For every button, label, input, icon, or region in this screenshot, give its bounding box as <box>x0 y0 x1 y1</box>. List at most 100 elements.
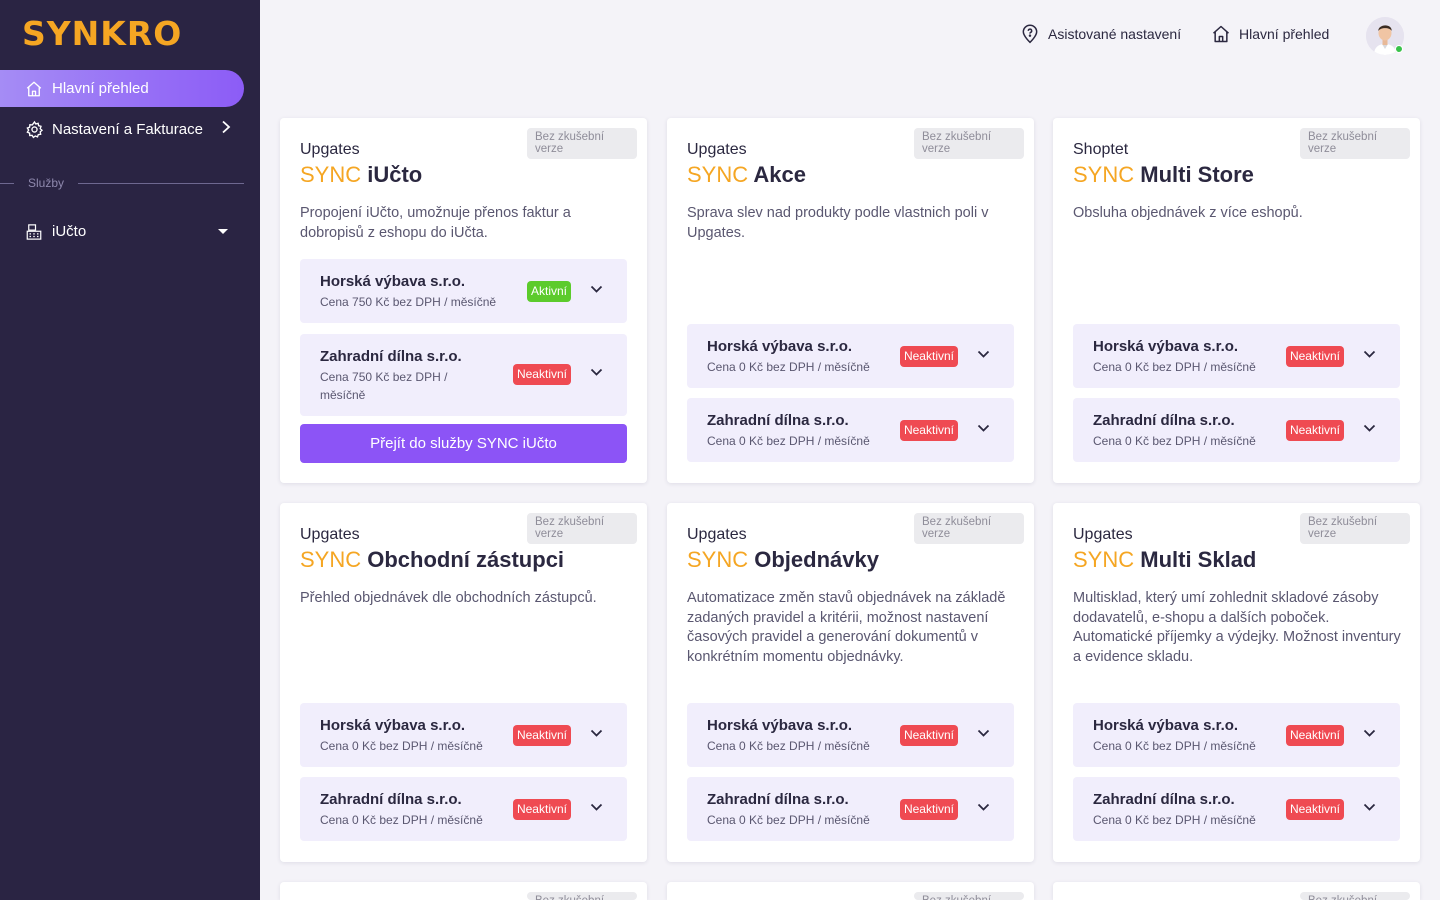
client-name: Horská výbava s.r.o. <box>320 717 466 734</box>
status-badge: Neaktivní <box>899 420 958 441</box>
trial-badge: Bez zkušební verze <box>1300 128 1410 159</box>
chevron-down-icon[interactable] <box>977 424 990 433</box>
sidebar-item-settings[interactable]: Nastavení a Fakturace <box>0 111 244 148</box>
client-row[interactable]: Horská výbava s.r.o. Cena 0 Kč bez DPH /… <box>687 324 1014 388</box>
service-title: SYNC Akce <box>687 162 806 188</box>
service-name: Multi Store <box>1140 162 1254 187</box>
client-row[interactable]: Horská výbava s.r.o. Cena 0 Kč bez DPH /… <box>1073 324 1400 388</box>
client-name: Horská výbava s.r.o. <box>320 273 466 290</box>
status-badge: Neaktivní <box>1285 799 1344 820</box>
client-price: Cena 0 Kč bez DPH / měsíčně <box>1093 360 1256 374</box>
client-price: Cena 0 Kč bez DPH / měsíčně <box>707 739 870 753</box>
status-badge: Neaktivní <box>512 725 571 746</box>
trial-badge: Bez zkušební verze <box>527 128 637 159</box>
client-row[interactable]: Zahradní dílna s.r.o. Cena 0 Kč bez DPH … <box>687 398 1014 462</box>
service-name: iUčto <box>367 162 423 187</box>
chevron-down-icon[interactable] <box>977 729 990 738</box>
client-name: Zahradní dílna s.r.o. <box>320 791 462 808</box>
status-badge: Neaktivní <box>512 364 571 385</box>
service-title: SYNC Multi Sklad <box>1073 547 1256 573</box>
client-price: Cena 0 Kč bez DPH / měsíčně <box>1093 434 1256 448</box>
chevron-down-icon[interactable] <box>590 368 603 377</box>
caret-down-icon <box>218 229 228 234</box>
service-card-obchodni-zastupci: Bez zkušební verze Upgates SYNC Obchodní… <box>280 503 647 862</box>
sidebar-item-label: Hlavní přehled <box>52 80 149 97</box>
service-description: Multisklad, který umí zohlednit skladové… <box>1073 590 1401 665</box>
trial-badge: Bez zkušební verze <box>914 513 1024 544</box>
assisted-setup-link[interactable]: Asistované nastavení <box>1020 24 1181 44</box>
service-title: SYNC Obchodní zástupci <box>300 547 564 573</box>
client-name: Zahradní dílna s.r.o. <box>1093 791 1235 808</box>
client-name: Horská výbava s.r.o. <box>1093 338 1239 355</box>
client-name: Zahradní dílna s.r.o. <box>707 412 849 429</box>
service-card-multi-sklad: Bez zkušební verze Upgates SYNC Multi Sk… <box>1053 503 1420 862</box>
service-vendor: Shoptet <box>1073 141 1129 158</box>
service-title: SYNC iUčto <box>300 162 422 188</box>
sync-prefix: SYNC <box>1073 547 1135 572</box>
chevron-down-icon[interactable] <box>590 285 603 294</box>
chevron-down-icon[interactable] <box>1363 729 1376 738</box>
client-price: Cena 0 Kč bez DPH / měsíčně <box>707 360 870 374</box>
status-badge: Neaktivní <box>899 346 958 367</box>
client-row[interactable]: Horská výbava s.r.o. Cena 0 Kč bez DPH /… <box>687 703 1014 767</box>
client-row[interactable]: Zahradní dílna s.r.o. Cena 0 Kč bez DPH … <box>300 777 627 841</box>
service-title: SYNC Multi Store <box>1073 162 1254 188</box>
client-row[interactable]: Zahradní dílna s.r.o. Cena 0 Kč bez DPH … <box>1073 777 1400 841</box>
client-row[interactable]: Zahradní dílna s.r.o. Cena 0 Kč bez DPH … <box>1073 398 1400 462</box>
client-row[interactable]: Horská výbava s.r.o. Cena 0 Kč bez DPH /… <box>1073 703 1400 767</box>
chevron-down-icon[interactable] <box>977 350 990 359</box>
sync-prefix: SYNC <box>300 547 362 572</box>
client-row[interactable]: Horská výbava s.r.o. Cena 750 Kč bez DPH… <box>300 259 627 323</box>
service-title: SYNC Objednávky <box>687 547 879 573</box>
service-card-akce: Bez zkušební verze Upgates SYNC Akce Spr… <box>667 118 1034 483</box>
client-price: Cena 0 Kč bez DPH / měsíčně <box>320 813 483 827</box>
divider <box>78 182 244 184</box>
dashboard-link[interactable]: Hlavní přehled <box>1211 24 1329 44</box>
client-price: Cena 0 Kč bez DPH / měsíčně <box>707 813 870 827</box>
service-name: Obchodní zástupci <box>367 547 565 572</box>
chevron-down-icon[interactable] <box>977 803 990 812</box>
client-price: Cena 750 Kč bez DPH / měsíčně <box>320 295 497 309</box>
service-description: Automatizace změn stavů objednávek na zá… <box>687 590 1006 665</box>
service-name: Objednávky <box>754 547 879 572</box>
client-row[interactable]: Horská výbava s.r.o. Cena 0 Kč bez DPH /… <box>300 703 627 767</box>
status-badge: Aktivní <box>526 281 571 302</box>
service-vendor: Upgates <box>687 526 747 543</box>
chevron-down-icon[interactable] <box>1363 350 1376 359</box>
chevron-down-icon[interactable] <box>1363 424 1376 433</box>
sync-prefix: SYNC <box>687 547 749 572</box>
logo[interactable]: SYNKRO <box>22 14 182 53</box>
service-vendor: Upgates <box>300 526 360 543</box>
chevron-down-icon[interactable] <box>590 803 603 812</box>
sidebar: SYNKRO Hlavní přehled Nastavení a Faktur… <box>0 0 260 900</box>
chevron-down-icon[interactable] <box>590 729 603 738</box>
client-price: Cena 0 Kč bez DPH / měsíčně <box>707 434 870 448</box>
chevron-right-icon <box>220 120 232 138</box>
client-row[interactable]: Zahradní dílna s.r.o. Cena 750 Kč bez DP… <box>300 334 627 416</box>
chevron-down-icon[interactable] <box>1363 803 1376 812</box>
service-card-partial: Bez zkušební verze <box>667 882 1034 900</box>
sync-prefix: SYNC <box>687 162 749 187</box>
client-name: Zahradní dílna s.r.o. <box>707 791 849 808</box>
section-label-services: Služby <box>0 176 244 190</box>
sync-prefix: SYNC <box>300 162 362 187</box>
client-name: Horská výbava s.r.o. <box>707 338 853 355</box>
sidebar-item-label: iUčto <box>52 223 87 240</box>
trial-badge: Bez zkušební verze <box>527 513 637 544</box>
status-badge: Neaktivní <box>1285 420 1344 441</box>
service-name: Akce <box>753 162 807 187</box>
status-badge: Neaktivní <box>512 799 571 820</box>
status-badge: Neaktivní <box>1285 346 1344 367</box>
client-name: Zahradní dílna s.r.o. <box>320 348 462 365</box>
sidebar-item-iucto[interactable]: iUčto <box>0 213 244 250</box>
service-card-multi-store: Bez zkušební verze Shoptet SYNC Multi St… <box>1053 118 1420 483</box>
open-service-button[interactable]: Přejít do služby SYNC iUčto <box>300 424 627 463</box>
client-row[interactable]: Zahradní dílna s.r.o. Cena 0 Kč bez DPH … <box>687 777 1014 841</box>
service-card-objednavky: Bez zkušební verze Upgates SYNC Objednáv… <box>667 503 1034 862</box>
client-name: Zahradní dílna s.r.o. <box>1093 412 1235 429</box>
sidebar-item-dashboard[interactable]: Hlavní přehled <box>0 70 244 107</box>
divider <box>0 182 14 184</box>
trial-badge: Bez zkušební verze <box>914 892 1024 900</box>
service-description: Obsluha objednávek z více eshopů. <box>1073 205 1303 221</box>
location-pin-icon <box>1022 24 1038 44</box>
